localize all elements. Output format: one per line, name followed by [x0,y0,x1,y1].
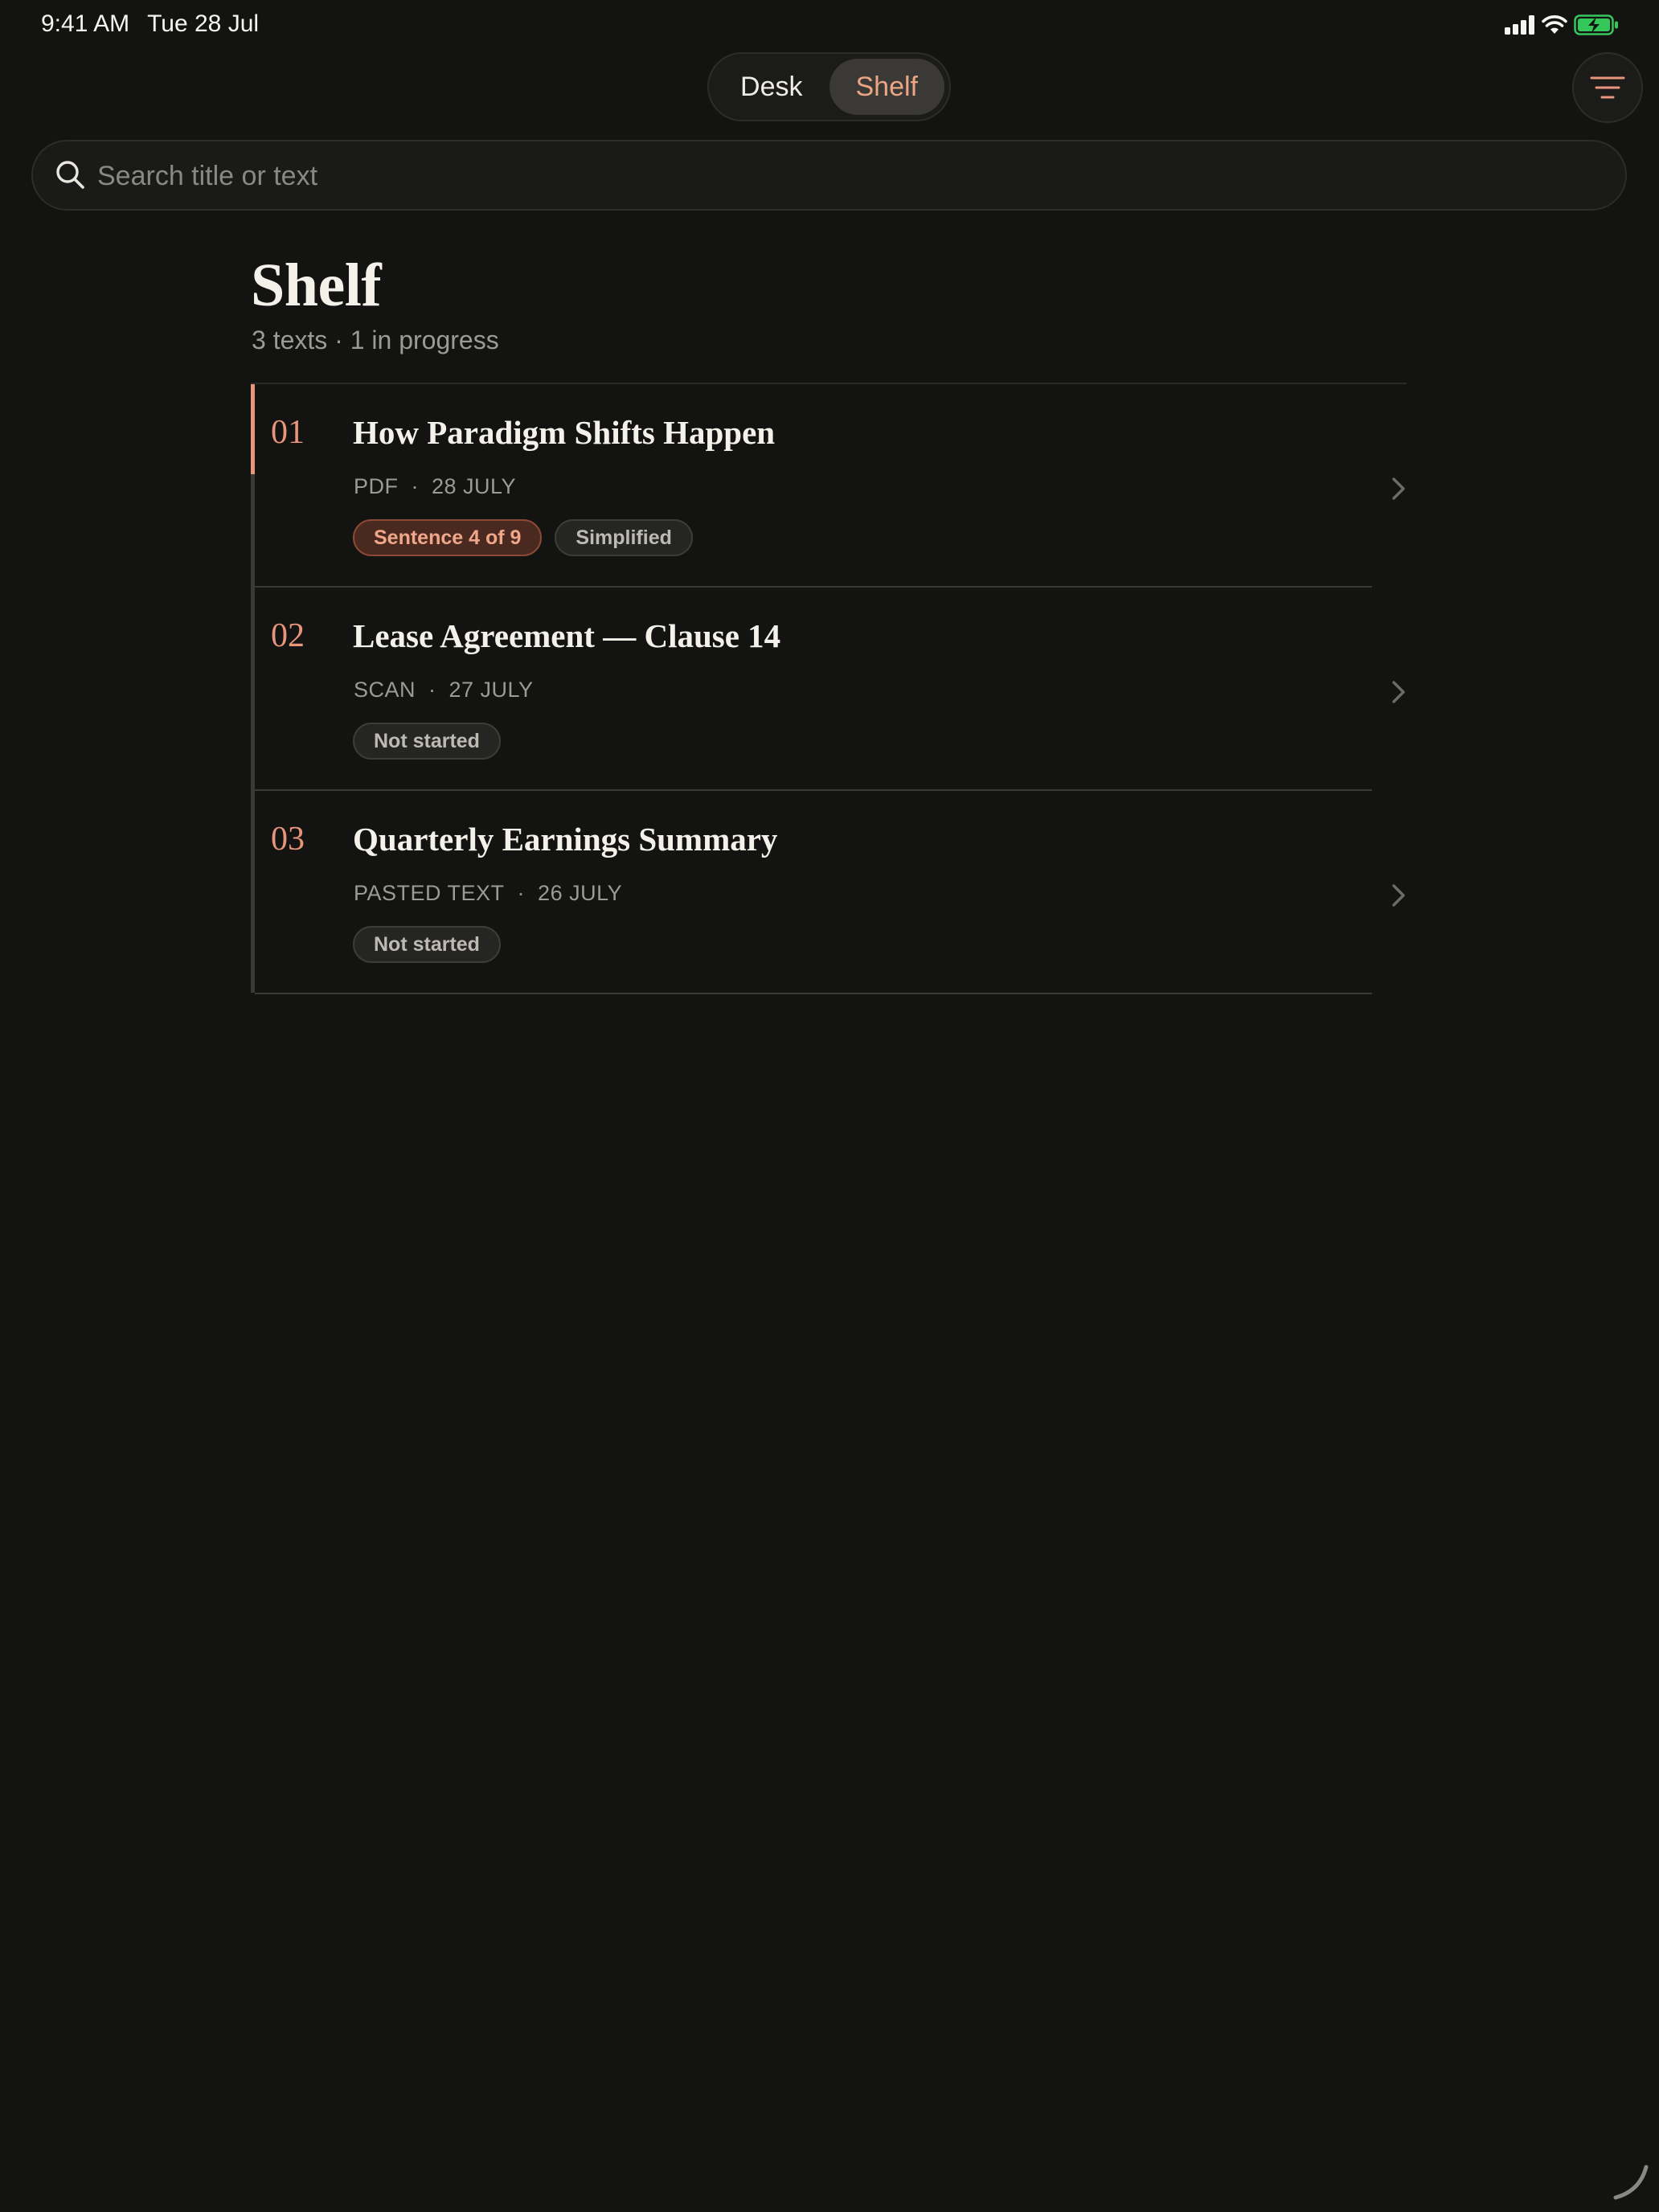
item-number: 03 [271,821,305,858]
item-source: PDF [354,474,399,498]
item-number: 01 [271,414,305,451]
item-meta: PDF · 28 JULY [354,474,517,498]
filter-lines-icon [1590,76,1625,99]
view-switcher: Desk Shelf [707,52,951,121]
page-title: Shelf [251,252,382,319]
item-meta: SCAN · 27 JULY [354,678,534,702]
item-title: How Paradigm Shifts Happen [353,414,776,451]
progress-badge: Sentence 4 of 9 [353,519,543,556]
segment-desk[interactable]: Desk [714,59,830,115]
search-bar [31,140,1627,211]
item-date: 26 JULY [538,881,623,905]
chevron-right-icon [1392,477,1405,500]
item-source: SCAN [354,678,416,702]
item-source: PASTED TEXT [354,881,505,905]
wifi-icon [1542,15,1567,34]
row-divider [255,993,1372,994]
segment-shelf[interactable]: Shelf [829,59,944,115]
resize-handle-icon[interactable] [1611,2162,1651,2202]
list-item[interactable]: 02 Lease Agreement — Clause 14 SCAN · 27… [255,588,1407,791]
page-subtitle: 3 texts · 1 in progress [252,326,499,354]
chevron-right-icon [1392,884,1405,907]
item-title: Lease Agreement — Clause 14 [353,617,781,654]
item-title: Quarterly Earnings Summary [353,821,778,858]
status-bar: 9:41 AM Tue 28 Jul [0,0,1659,51]
status-badge: Simplified [555,519,693,556]
status-badge: Not started [353,723,501,760]
item-date: 27 JULY [449,678,534,702]
filter-button[interactable] [1572,52,1643,123]
search-input[interactable] [97,153,1608,199]
signal-icon [1505,15,1534,35]
status-time: 9:41 AM [41,10,130,37]
list-item[interactable]: 01 How Paradigm Shifts Happen PDF · 28 J… [255,384,1407,588]
search-icon [56,161,84,189]
shelf-screen: 9:41 AM Tue 28 Jul Desk Shelf Search tit… [0,0,1659,2212]
list-item[interactable]: 03 Quarterly Earnings Summary PASTED TEX… [255,791,1407,994]
item-meta: PASTED TEXT · 26 JULY [354,881,623,905]
chevron-right-icon [1392,681,1405,703]
battery-charging-icon [1574,14,1618,35]
status-badge: Not started [353,926,501,963]
status-date: Tue 28 Jul [147,10,260,37]
item-number: 02 [271,617,305,654]
item-date: 28 JULY [432,474,517,498]
